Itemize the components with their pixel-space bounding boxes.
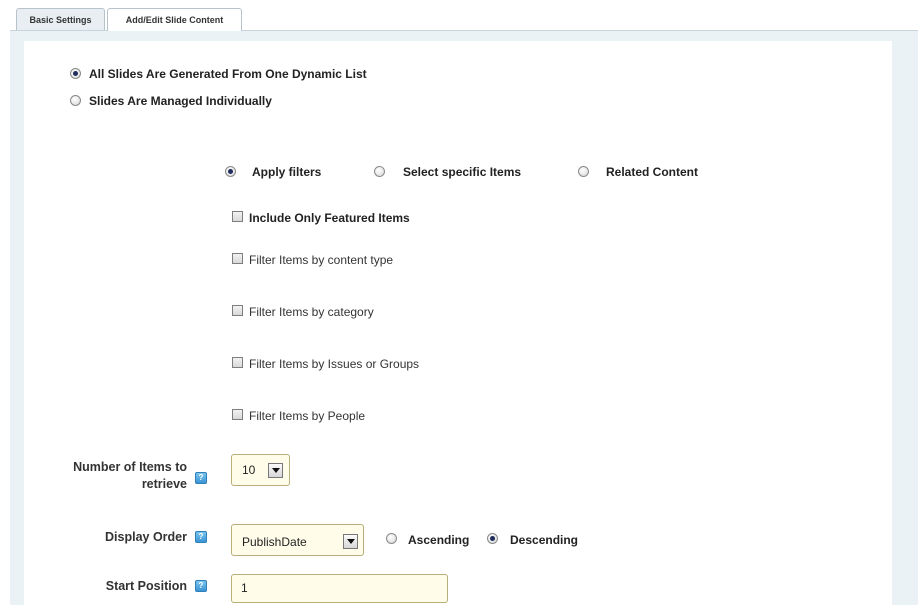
display-order-label: Display Order	[105, 530, 187, 544]
start-position-help-icon[interactable]: ?	[195, 580, 207, 592]
managed-individually-label: Slides Are Managed Individually	[89, 94, 272, 108]
featured-items-checkbox[interactable]	[232, 211, 243, 222]
tab-add-edit-slide-content[interactable]: Add/Edit Slide Content	[107, 8, 242, 31]
dynamic-list-radio[interactable]	[70, 68, 81, 79]
descending-radio[interactable]	[487, 533, 498, 544]
apply-filters-label: Apply filters	[252, 165, 322, 179]
category-filter-checkbox[interactable]	[232, 305, 243, 316]
issues-groups-filter-checkbox[interactable]	[232, 357, 243, 368]
chevron-down-icon	[268, 463, 283, 478]
content-type-filter-checkbox[interactable]	[232, 253, 243, 264]
num-items-value: 10	[242, 463, 256, 477]
dynamic-list-label: All Slides Are Generated From One Dynami…	[89, 67, 367, 81]
num-items-select[interactable]: 10	[231, 454, 290, 486]
managed-individually-radio[interactable]	[70, 95, 81, 106]
display-order-select[interactable]: PublishDate	[231, 524, 364, 556]
apply-filters-radio[interactable]	[225, 166, 236, 177]
people-filter-label: Filter Items by People	[249, 409, 366, 423]
num-items-label-line1: Number of Items to	[73, 460, 187, 474]
issues-groups-filter-label: Filter Items by Issues or Groups	[249, 357, 420, 371]
select-specific-items-label: Select specific Items	[403, 165, 522, 179]
related-content-radio[interactable]	[578, 166, 589, 177]
select-specific-items-radio[interactable]	[374, 166, 385, 177]
tab-basic-settings[interactable]: Basic Settings	[16, 8, 105, 30]
num-items-help-icon[interactable]: ?	[195, 472, 207, 484]
ascending-label: Ascending	[408, 533, 470, 547]
category-filter-label: Filter Items by category	[249, 305, 374, 319]
start-position-input[interactable]: 1	[231, 574, 448, 603]
chevron-down-icon	[343, 534, 358, 549]
num-items-label-line2: retrieve	[141, 477, 187, 491]
start-position-label: Start Position	[105, 579, 187, 593]
display-order-value: PublishDate	[242, 535, 307, 549]
settings-content-area	[24, 41, 892, 605]
display-order-help-icon[interactable]: ?	[195, 531, 207, 543]
content-type-filter-label: Filter Items by content type	[249, 253, 394, 267]
num-items-label: Number of Items to retrieve	[40, 459, 187, 493]
featured-items-label: Include Only Featured Items	[249, 211, 410, 225]
people-filter-checkbox[interactable]	[232, 409, 243, 420]
related-content-label: Related Content	[606, 165, 699, 179]
ascending-radio[interactable]	[386, 533, 397, 544]
descending-label: Descending	[510, 533, 579, 547]
